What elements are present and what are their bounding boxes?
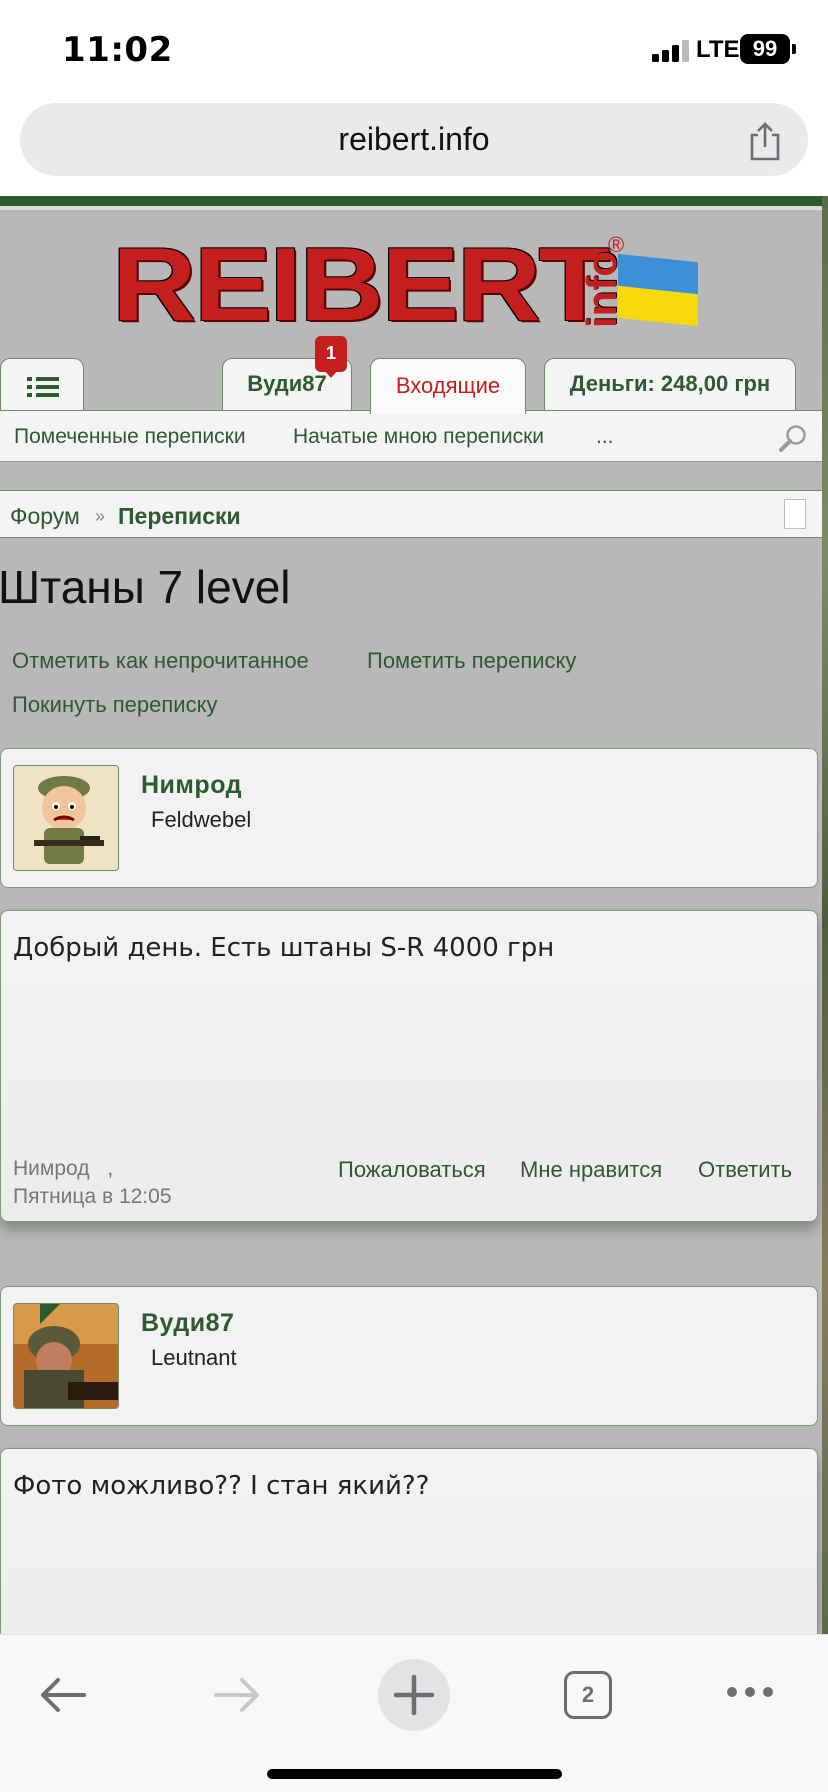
subnav-started-link[interactable]: Начатые мною переписки	[293, 425, 544, 449]
plus-icon	[393, 1674, 435, 1716]
subnav-marked-link[interactable]: Помеченные переписки	[14, 425, 246, 449]
message-text-2: Фото можливо?? І стан який??	[13, 1471, 430, 1501]
battery-icon: 99	[740, 34, 790, 64]
home-indicator[interactable]	[267, 1769, 562, 1779]
list-menu-icon	[27, 377, 59, 397]
tabs-count-button[interactable]: 2	[564, 1671, 612, 1719]
avatar-2[interactable]	[13, 1303, 119, 1409]
message-body-2: Фото можливо?? І стан який??	[0, 1448, 818, 1634]
message-author-card-2: Вуди87 Leutnant	[0, 1286, 818, 1426]
site-logo[interactable]: REIBERT	[112, 226, 610, 345]
page-title: Штаны 7 level	[0, 561, 291, 613]
site-top-bar	[0, 196, 822, 206]
status-bar: 11:02 LTE 99	[0, 0, 828, 100]
back-arrow-icon[interactable]	[38, 1675, 88, 1715]
like-link[interactable]: Мне нравится	[520, 1157, 662, 1183]
status-time: 11:02	[62, 30, 173, 70]
message-body: Добрый день. Есть штаны S-R 4000 грн Ним…	[0, 910, 818, 1222]
message-meta-author[interactable]: Нимрод ,	[13, 1157, 113, 1181]
report-link[interactable]: Пожаловаться	[338, 1157, 486, 1183]
breadcrumb: Форум » Переписки	[0, 490, 822, 538]
avatar-soldier-photo-icon	[14, 1304, 118, 1408]
site-top-bar-light	[0, 206, 822, 210]
battery-tip	[792, 44, 796, 54]
new-tab-button[interactable]	[378, 1659, 450, 1731]
browser-toolbar: 2	[0, 1634, 828, 1792]
reply-link[interactable]: Ответить	[698, 1157, 792, 1183]
mark-conversation-link[interactable]: Пометить переписку	[367, 648, 576, 674]
message-author-card: Нимрод Feldwebel	[0, 748, 818, 888]
ukraine-flag-icon	[618, 253, 698, 327]
breadcrumb-separator: »	[95, 506, 106, 526]
background-edge	[822, 196, 828, 1634]
notification-badge: 1	[315, 336, 347, 372]
signal-icon	[652, 40, 690, 62]
url-text[interactable]: reibert.info	[20, 121, 808, 158]
meta-separator: ,	[107, 1157, 114, 1180]
more-menu-icon[interactable]	[726, 1685, 774, 1699]
document-icon[interactable]	[784, 499, 806, 529]
message-date[interactable]: Пятница в 12:05	[13, 1185, 172, 1209]
address-bar[interactable]: reibert.info	[20, 103, 808, 176]
site-content: REIBERT info ® Вуди87 1 Входящие Деньги:…	[0, 196, 822, 1634]
author-name[interactable]: Нимрод	[141, 771, 242, 800]
tab-inbox[interactable]: Входящие	[370, 358, 526, 414]
meta-author[interactable]: Нимрод	[13, 1157, 89, 1180]
sub-navigation: Помеченные переписки Начатые мною перепи…	[0, 410, 822, 462]
author-rank: Feldwebel	[151, 807, 252, 832]
breadcrumb-forum[interactable]: Форум	[10, 503, 80, 530]
notification-badge-tip	[324, 370, 338, 378]
author-name-2[interactable]: Вуди87	[141, 1309, 234, 1338]
leave-conversation-link[interactable]: Покинуть переписку	[12, 692, 217, 718]
avatar[interactable]	[13, 765, 119, 871]
mark-unread-link[interactable]: Отметить как непрочитанное	[12, 648, 309, 674]
network-type: LTE	[696, 36, 740, 63]
forward-arrow-icon[interactable]	[212, 1675, 262, 1715]
tab-money[interactable]: Деньги: 248,00 грн	[544, 358, 796, 410]
share-icon[interactable]	[748, 121, 782, 161]
author-rank-2: Leutnant	[151, 1345, 237, 1370]
breadcrumb-current[interactable]: Переписки	[118, 503, 241, 530]
search-icon[interactable]	[778, 423, 808, 453]
message-text: Добрый день. Есть штаны S-R 4000 грн	[13, 933, 555, 963]
menu-tab[interactable]	[0, 358, 84, 410]
subnav-more-link[interactable]: ...	[596, 425, 614, 449]
avatar-soldier-icon	[14, 766, 118, 870]
